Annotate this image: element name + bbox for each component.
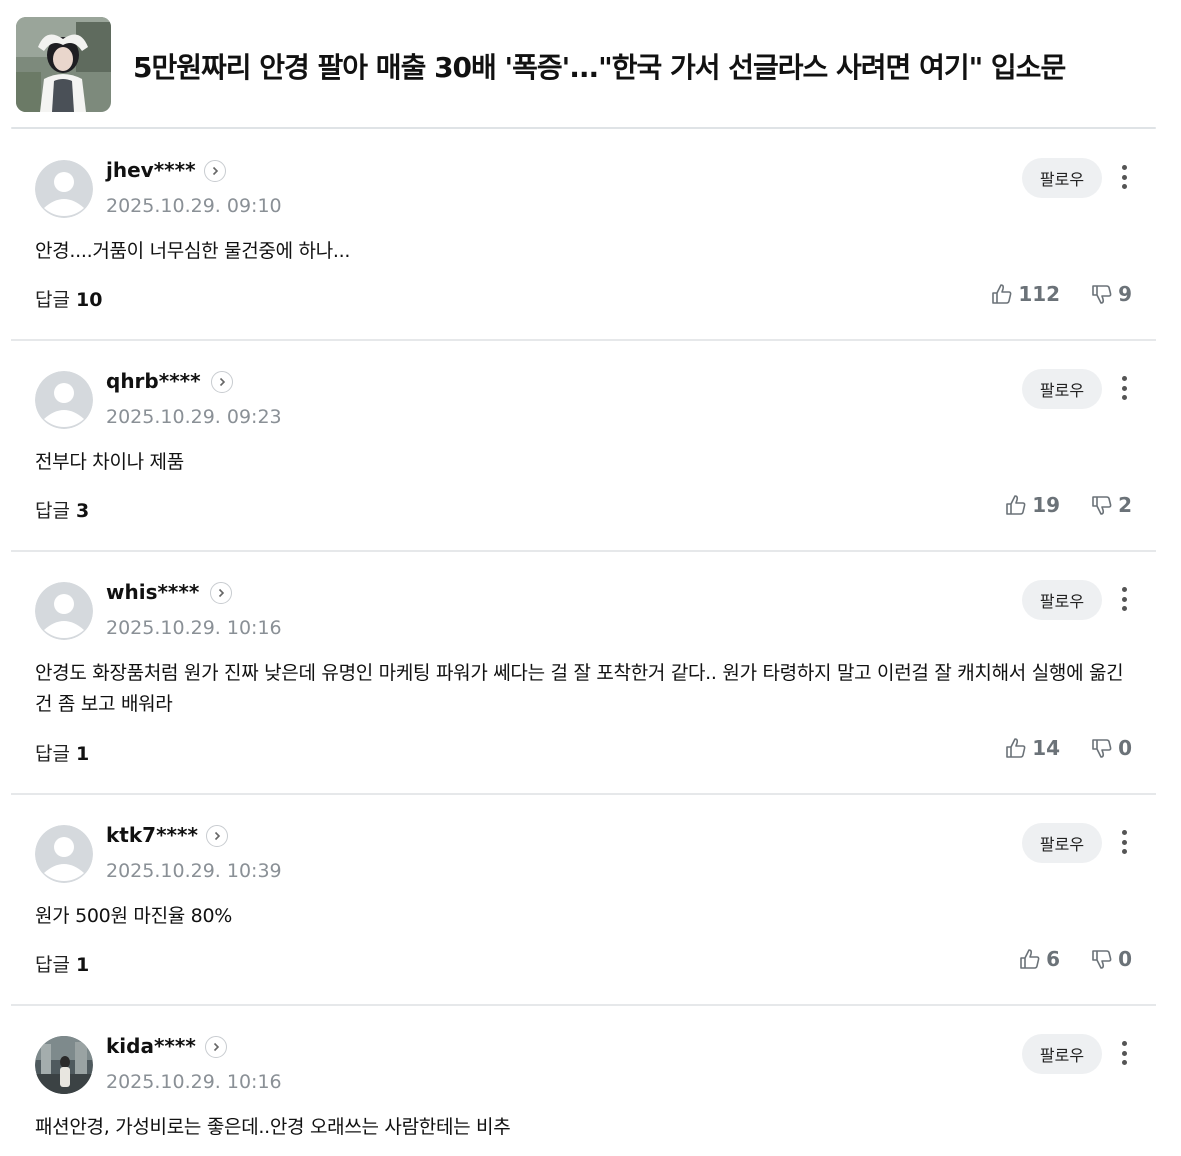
article-header: 5만원짜리 안경 팔아 매출 30배 '폭증'..."한국 가서 선글라스 사려… bbox=[0, 0, 1181, 130]
thumbs-up-icon bbox=[992, 284, 1012, 304]
more-options-icon[interactable] bbox=[1112, 373, 1136, 403]
vote-group: 14 0 bbox=[1004, 736, 1132, 760]
reply-button[interactable]: 답글 1 bbox=[35, 950, 89, 977]
comment-divider bbox=[11, 1004, 1156, 1006]
comment-date: 2025.10.29. 10:16 bbox=[106, 617, 282, 639]
reply-button[interactable]: 답글 3 bbox=[35, 496, 89, 523]
like-button[interactable]: 19 bbox=[1004, 493, 1060, 517]
avatar[interactable] bbox=[35, 582, 93, 640]
header-divider bbox=[11, 127, 1156, 129]
follow-button[interactable]: 팔로우 bbox=[1022, 580, 1102, 620]
avatar[interactable] bbox=[35, 371, 93, 429]
vote-group: 6 0 bbox=[1018, 947, 1132, 971]
thumbs-down-icon bbox=[1092, 285, 1112, 304]
more-options-icon[interactable] bbox=[1112, 162, 1136, 192]
chevron-right-icon[interactable] bbox=[205, 1036, 227, 1058]
dislike-count: 2 bbox=[1118, 493, 1132, 517]
dislike-count: 0 bbox=[1118, 736, 1132, 760]
chevron-right-icon[interactable] bbox=[210, 582, 232, 604]
thumbs-down-icon bbox=[1092, 496, 1112, 515]
dislike-count: 0 bbox=[1118, 947, 1132, 971]
comment-date: 2025.10.29. 09:23 bbox=[106, 406, 282, 428]
like-button[interactable]: 6 bbox=[1018, 947, 1060, 971]
chevron-right-icon[interactable] bbox=[211, 371, 233, 393]
dislike-button[interactable]: 9 bbox=[1090, 282, 1132, 306]
reply-label: 답글 bbox=[35, 743, 76, 765]
reply-count: 10 bbox=[76, 289, 103, 311]
avatar[interactable] bbox=[35, 825, 93, 883]
comment-username[interactable]: qhrb**** bbox=[106, 369, 201, 393]
like-count: 14 bbox=[1032, 736, 1061, 760]
like-count: 19 bbox=[1032, 493, 1061, 517]
like-button[interactable]: 112 bbox=[990, 282, 1060, 306]
thumbs-down-icon bbox=[1092, 950, 1112, 969]
vote-group: 19 2 bbox=[1004, 493, 1132, 517]
dislike-button[interactable]: 0 bbox=[1090, 736, 1132, 760]
avatar[interactable] bbox=[35, 1036, 93, 1094]
article-title[interactable]: 5만원짜리 안경 팔아 매출 30배 '폭증'..."한국 가서 선글라스 사려… bbox=[133, 46, 1066, 86]
more-options-icon[interactable] bbox=[1112, 584, 1136, 614]
comment-text: 안경....거품이 너무심한 물건중에 하나... bbox=[35, 240, 351, 262]
chevron-right-icon[interactable] bbox=[206, 825, 228, 847]
thumbs-up-icon bbox=[1020, 949, 1040, 969]
follow-button[interactable]: 팔로우 bbox=[1022, 158, 1102, 198]
comment-divider bbox=[11, 339, 1156, 341]
comment-username[interactable]: ktk7**** bbox=[106, 823, 198, 847]
comment-username[interactable]: whis**** bbox=[106, 580, 199, 604]
comment-divider bbox=[11, 793, 1156, 795]
comment-username[interactable]: kida**** bbox=[106, 1034, 196, 1058]
comment-date: 2025.10.29. 09:10 bbox=[106, 195, 282, 217]
dislike-button[interactable]: 2 bbox=[1090, 493, 1132, 517]
follow-button[interactable]: 팔로우 bbox=[1022, 1034, 1102, 1074]
article-thumbnail[interactable] bbox=[16, 17, 111, 112]
comment-text: 원가 500원 마진율 80% bbox=[35, 905, 232, 927]
dislike-button[interactable]: 0 bbox=[1090, 947, 1132, 971]
reply-label: 답글 bbox=[35, 500, 76, 522]
reply-count: 1 bbox=[76, 743, 90, 765]
comment-text: 전부다 차이나 제품 bbox=[35, 451, 184, 473]
reply-count: 1 bbox=[76, 954, 90, 976]
like-count: 6 bbox=[1046, 947, 1061, 971]
comment-username[interactable]: jhev**** bbox=[106, 158, 196, 182]
comment-date: 2025.10.29. 10:39 bbox=[106, 860, 282, 882]
reply-label: 답글 bbox=[35, 954, 76, 976]
comment-date: 2025.10.29. 10:16 bbox=[106, 1071, 282, 1093]
thumbs-up-icon bbox=[1006, 495, 1026, 515]
reply-count: 3 bbox=[76, 500, 90, 522]
follow-button[interactable]: 팔로우 bbox=[1022, 823, 1102, 863]
comment-divider bbox=[11, 550, 1156, 552]
comment-text: 패션안경, 가성비로는 좋은데..안경 오래쓰는 사람한테는 비추 bbox=[35, 1116, 511, 1138]
reply-button[interactable]: 답글 1 bbox=[35, 739, 89, 766]
thumbs-up-icon bbox=[1006, 738, 1026, 758]
dislike-count: 9 bbox=[1118, 282, 1132, 306]
avatar[interactable] bbox=[35, 160, 93, 218]
chevron-right-icon[interactable] bbox=[204, 160, 226, 182]
like-count: 112 bbox=[1018, 282, 1061, 306]
comment-text: 안경도 화장품처럼 원가 진짜 낮은데 유명인 마케팅 파워가 쎄다는 걸 잘 … bbox=[35, 662, 1124, 715]
thumbs-down-icon bbox=[1092, 739, 1112, 758]
follow-button[interactable]: 팔로우 bbox=[1022, 369, 1102, 409]
more-options-icon[interactable] bbox=[1112, 1038, 1136, 1068]
more-options-icon[interactable] bbox=[1112, 827, 1136, 857]
reply-button[interactable]: 답글 10 bbox=[35, 285, 102, 312]
vote-group: 112 9 bbox=[990, 282, 1132, 306]
reply-label: 답글 bbox=[35, 289, 76, 311]
like-button[interactable]: 14 bbox=[1004, 736, 1060, 760]
